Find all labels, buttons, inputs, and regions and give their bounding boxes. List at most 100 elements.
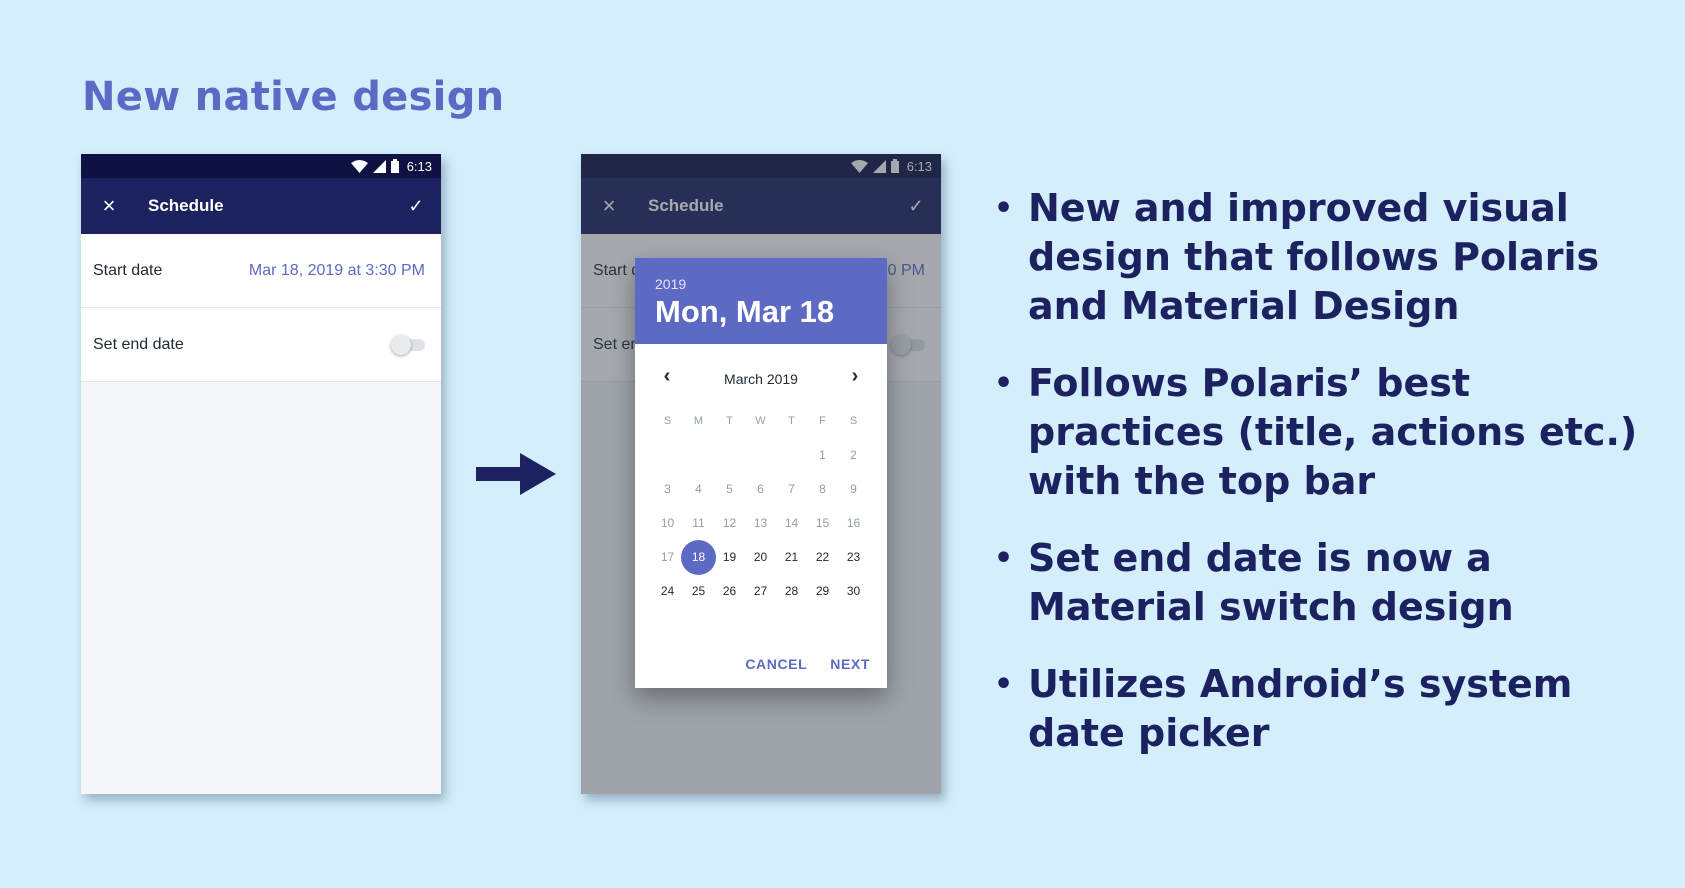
- calendar-day[interactable]: 28: [776, 574, 807, 608]
- calendar-empty-cell: [652, 438, 683, 472]
- calendar-day-number: 27: [753, 584, 768, 598]
- calendar-day-number: 25: [691, 584, 706, 598]
- calendar-day-number: 17: [660, 550, 675, 564]
- weekday-header-row: SMTWTFS: [652, 404, 869, 438]
- feature-bullet: Set end date is now a Material switch de…: [994, 534, 1668, 632]
- feature-bullet: Utilizes Android’s system date picker: [994, 660, 1668, 758]
- calendar-day-selected[interactable]: 18: [681, 540, 716, 575]
- calendar-day-number: 10: [660, 516, 675, 530]
- calendar-day-number: 20: [753, 550, 768, 564]
- calendar-day-number: 12: [722, 516, 737, 530]
- weekday-label: S: [849, 415, 858, 427]
- calendar-day[interactable]: 7: [776, 472, 807, 506]
- month-navigation: ‹ March 2019 ›: [635, 344, 887, 404]
- calendar-day-number: 16: [846, 516, 861, 530]
- calendar-day[interactable]: 17: [652, 540, 683, 574]
- status-icons: [350, 159, 399, 173]
- close-icon[interactable]: ×: [95, 192, 123, 220]
- calendar-day[interactable]: 23: [838, 540, 869, 574]
- picker-selected-date: Mon, Mar 18: [655, 294, 835, 329]
- calendar-day-number: 15: [815, 516, 830, 530]
- calendar-day-number: 9: [850, 482, 857, 496]
- calendar-week-row: 17 18 19 20 21 22 23: [652, 540, 869, 575]
- feature-bullet: Follows Polaris’ best practices (title, …: [994, 359, 1668, 506]
- chevron-right-icon[interactable]: ›: [843, 364, 867, 388]
- start-date-value[interactable]: Mar 18, 2019 at 3:30 PM: [249, 262, 425, 280]
- calendar-empty-cell: [683, 438, 714, 472]
- calendar-day[interactable]: 30: [838, 574, 869, 608]
- calendar-day-number: 24: [660, 584, 675, 598]
- weekday-label: S: [663, 415, 672, 427]
- weekday-label: T: [726, 415, 733, 427]
- wifi-icon: [350, 159, 368, 173]
- calendar-day[interactable]: 21: [776, 540, 807, 574]
- battery-icon: [390, 159, 399, 173]
- end-date-label: Set end date: [93, 335, 184, 353]
- calendar-day[interactable]: 20: [745, 540, 776, 574]
- cancel-button[interactable]: CANCEL: [745, 656, 807, 672]
- calendar-day[interactable]: 11: [683, 506, 714, 540]
- calendar-week-row: 10 11 12 13 14 15 16: [652, 506, 869, 540]
- end-date-switch[interactable]: [391, 334, 425, 355]
- calendar-day[interactable]: 1: [807, 438, 838, 472]
- picker-actions: CANCEL NEXT: [745, 656, 870, 672]
- weekday-label: T: [788, 415, 795, 427]
- end-date-row[interactable]: Set end date: [81, 308, 441, 382]
- calendar-day-number: 5: [726, 482, 733, 496]
- calendar-day[interactable]: 10: [652, 506, 683, 540]
- calendar-day-number: 4: [695, 482, 702, 496]
- calendar-day-number: 6: [757, 482, 764, 496]
- calendar-day[interactable]: 5: [714, 472, 745, 506]
- arrow-right-icon: [476, 453, 556, 495]
- calendar-day[interactable]: 3: [652, 472, 683, 506]
- picker-year[interactable]: 2019: [655, 276, 867, 292]
- calendar-day-number: 30: [846, 584, 861, 598]
- calendar-day[interactable]: 24: [652, 574, 683, 608]
- feature-bullet-list: New and improved visual design that foll…: [994, 184, 1668, 786]
- calendar-day-number: 1: [819, 448, 826, 462]
- calendar-day-number: 2: [850, 448, 857, 462]
- calendar-day[interactable]: 2: [838, 438, 869, 472]
- calendar-day[interactable]: 12: [714, 506, 745, 540]
- calendar-day[interactable]: 16: [838, 506, 869, 540]
- calendar-day[interactable]: 9: [838, 472, 869, 506]
- calendar-day-number: 23: [846, 550, 861, 564]
- calendar-day[interactable]: 6: [745, 472, 776, 506]
- calendar-day[interactable]: 25: [683, 574, 714, 608]
- calendar-day[interactable]: 4: [683, 472, 714, 506]
- calendar-day-number: 21: [784, 550, 799, 564]
- calendar-week-row: 24 25 26 27 28 29 30: [652, 574, 869, 608]
- calendar-day[interactable]: 15: [807, 506, 838, 540]
- toolbar-title: Schedule: [148, 196, 224, 215]
- slide-title: New native design: [82, 74, 505, 120]
- calendar-day[interactable]: 29: [807, 574, 838, 608]
- next-button[interactable]: NEXT: [830, 656, 870, 672]
- calendar-empty-cell: [745, 438, 776, 472]
- calendar-day[interactable]: 13: [745, 506, 776, 540]
- switch-thumb: [391, 334, 411, 355]
- check-icon[interactable]: ✓: [402, 192, 430, 220]
- weekday-label: F: [819, 415, 826, 427]
- calendar-day-number: 3: [664, 482, 671, 496]
- calendar-day[interactable]: 8: [807, 472, 838, 506]
- calendar-day-number: 8: [819, 482, 826, 496]
- right-phone-screen: 6:13 × Schedule ✓ Start d 0 PM Set en 20…: [581, 154, 941, 794]
- calendar-week-row: 12: [652, 438, 869, 472]
- calendar-day[interactable]: 22: [807, 540, 838, 574]
- calendar-day[interactable]: 27: [745, 574, 776, 608]
- calendar-day-number: 29: [815, 584, 830, 598]
- date-picker-header: 2019 Mon, Mar 18: [635, 258, 887, 344]
- calendar-day-number: 19: [722, 550, 737, 564]
- start-date-row[interactable]: Start date Mar 18, 2019 at 3:30 PM: [81, 234, 441, 308]
- calendar-day[interactable]: 19: [714, 540, 745, 574]
- status-time: 6:13: [406, 158, 432, 174]
- calendar-day-number: 26: [722, 584, 737, 598]
- calendar-day-number: 13: [753, 516, 768, 530]
- weekday-label: W: [755, 415, 766, 427]
- calendar-day-number: 11: [692, 516, 705, 530]
- calendar-day[interactable]: 26: [714, 574, 745, 608]
- date-picker-dialog: 2019 Mon, Mar 18 ‹ March 2019 › SMTWTFS1…: [635, 258, 887, 688]
- calendar-day-number: 28: [784, 584, 799, 598]
- calendar-day-number: 14: [784, 516, 799, 530]
- calendar-day[interactable]: 14: [776, 506, 807, 540]
